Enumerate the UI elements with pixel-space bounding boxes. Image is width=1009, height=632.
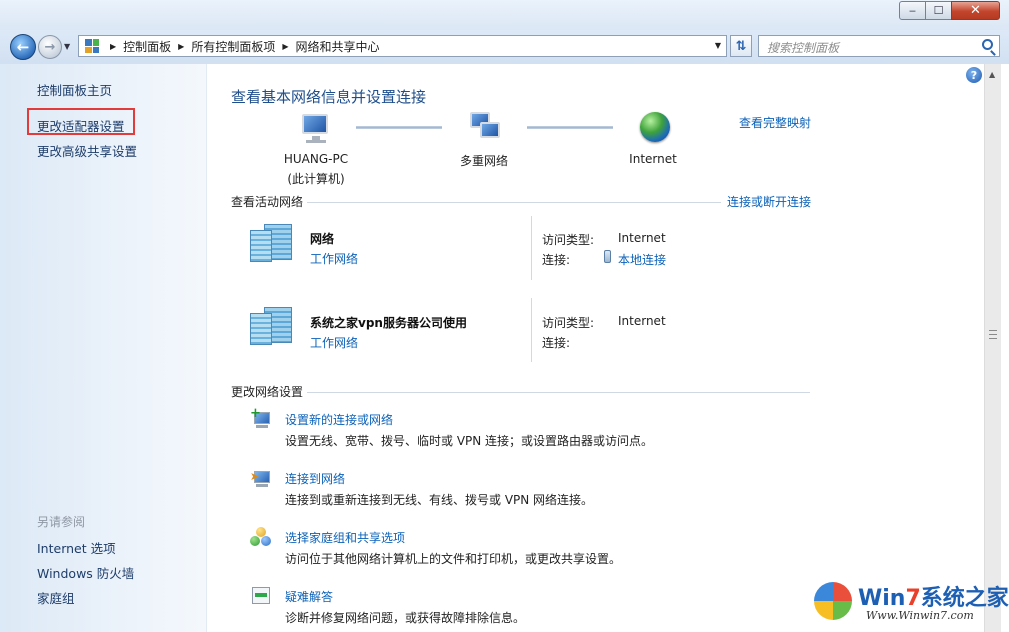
troubleshoot-icon [250,586,272,606]
network-name: 系统之家vpn服务器公司使用 [310,316,467,330]
task-description: 连接到或重新连接到无线、有线、拨号或 VPN 网络连接。 [285,493,594,507]
connection-label: 连接: [542,336,571,350]
refresh-button[interactable]: ⇅ [730,35,752,57]
access-type-value: Internet [618,314,666,328]
ethernet-icon [604,250,611,263]
network-divider [531,216,532,280]
minimize-button[interactable]: ‒ [899,1,926,20]
task-homegroup-link[interactable]: 选择家庭组和共享选项 [285,529,405,546]
map-connection-line [356,126,442,129]
network-building-icon [250,224,294,262]
arrow-left-icon: ← [16,38,30,56]
computer-icon [298,112,332,146]
access-type-label: 访问类型: [542,316,595,330]
address-dropdown-icon[interactable]: ▼ [715,41,721,50]
new-connection-icon: + [250,407,272,429]
breadcrumb-item[interactable]: 网络和共享中心 [296,38,380,55]
recent-pages-dropdown[interactable]: ▼ [64,42,70,51]
connect-network-icon: ➤ [250,468,272,488]
breadcrumb-item[interactable]: 控制面板 [123,38,171,55]
sidebar-link-homegroup[interactable]: 家庭组 [37,588,75,607]
sidebar-link-adapter-settings[interactable]: 更改适配器设置 [37,116,125,135]
task-description: 诊断并修复网络问题，或获得故障排除信息。 [285,611,526,625]
close-icon: ✕ [970,3,981,18]
maximize-button[interactable]: ☐ [925,1,952,20]
back-button[interactable]: ← [10,34,36,60]
network-type-link[interactable]: 工作网络 [310,334,358,351]
search-input[interactable]: 搜索控制面板 [758,35,1000,57]
see-also-title: 另请参阅 [37,515,86,529]
windows-logo-icon [814,582,852,620]
multiple-networks-icon [468,110,504,144]
watermark-brand: Win7系统之家 [858,586,1009,611]
task-setup-connection-link[interactable]: 设置新的连接或网络 [285,411,393,428]
navigation-bar: ← → ▼ ▶ 控制面板 ▶ 所有控制面板项 ▶ 网络和共享中心 ▼ ⇅ 搜索控… [0,30,1009,64]
watermark-url: Www.Winwin7.com [866,609,974,622]
change-settings-title: 更改网络设置 [231,385,304,399]
homegroup-icon [250,527,272,547]
active-networks-title: 查看活动网络 [231,195,304,209]
network-divider [531,298,532,362]
sidebar-link-firewall[interactable]: Windows 防火墙 [37,563,134,582]
title-bar: ‒ ☐ ✕ [0,0,1009,30]
scroll-up-icon[interactable]: ▲ [989,70,995,79]
map-computer-name: HUANG-PC [283,152,349,166]
view-full-map-link[interactable]: 查看完整映射 [739,114,811,131]
breadcrumb-separator[interactable]: ▶ [178,42,184,51]
refresh-icon: ⇅ [735,38,747,54]
arrow-right-icon: → [44,39,56,55]
vertical-scrollbar[interactable]: ▲ [984,64,1001,632]
site-watermark: Win7系统之家 Www.Winwin7.com [808,576,1009,628]
search-icon[interactable] [982,39,993,50]
page-title: 查看基本网络信息并设置连接 [231,88,427,106]
minimize-icon: ‒ [909,4,916,17]
breadcrumb-item[interactable]: 所有控制面板项 [191,38,275,55]
map-network-label: 多重网络 [459,154,508,168]
section-divider [307,202,721,203]
task-connect-network-link[interactable]: 连接到网络 [285,470,345,487]
scroll-thumb-grip[interactable] [989,330,997,339]
chevron-down-icon: ▼ [64,42,71,51]
internet-globe-icon [640,112,670,142]
breadcrumb-separator[interactable]: ▶ [282,42,288,51]
search-placeholder: 搜索控制面板 [767,41,840,55]
network-building-icon [250,307,294,345]
section-divider [307,392,810,393]
sidebar-link-internet-options[interactable]: Internet 选项 [37,538,116,557]
network-name: 网络 [310,232,335,246]
forward-button[interactable]: → [38,35,62,59]
maximize-icon: ☐ [933,4,944,17]
address-bar[interactable]: ▶ 控制面板 ▶ 所有控制面板项 ▶ 网络和共享中心 ▼ [78,35,727,57]
map-internet-label: Internet [629,152,677,166]
access-type-value: Internet [618,231,666,245]
control-panel-icon [85,39,99,53]
network-type-link[interactable]: 工作网络 [310,250,358,267]
map-connection-line [527,126,613,129]
access-type-label: 访问类型: [542,233,595,247]
connection-label: 连接: [542,253,571,267]
sidebar-link-advanced-sharing[interactable]: 更改高级共享设置 [37,141,137,160]
task-description: 访问位于其他网络计算机上的文件和打印机，或更改共享设置。 [285,552,622,566]
task-description: 设置无线、宽带、拨号、临时或 VPN 连接；或设置路由器或访问点。 [285,434,654,448]
local-connection-link[interactable]: 本地连接 [618,251,666,268]
close-button[interactable]: ✕ [951,1,1000,20]
connect-disconnect-link[interactable]: 连接或断开连接 [727,193,811,210]
map-computer-sub: (此计算机) [287,172,345,186]
help-icon: ? [970,68,978,82]
task-troubleshoot-link[interactable]: 疑难解答 [285,588,333,605]
breadcrumb-separator[interactable]: ▶ [110,42,116,51]
sidebar-link-home[interactable]: 控制面板主页 [37,80,112,99]
sidebar: 控制面板主页 更改适配器设置 更改高级共享设置 另请参阅 Internet 选项… [0,64,207,632]
help-button[interactable]: ? [966,67,982,83]
